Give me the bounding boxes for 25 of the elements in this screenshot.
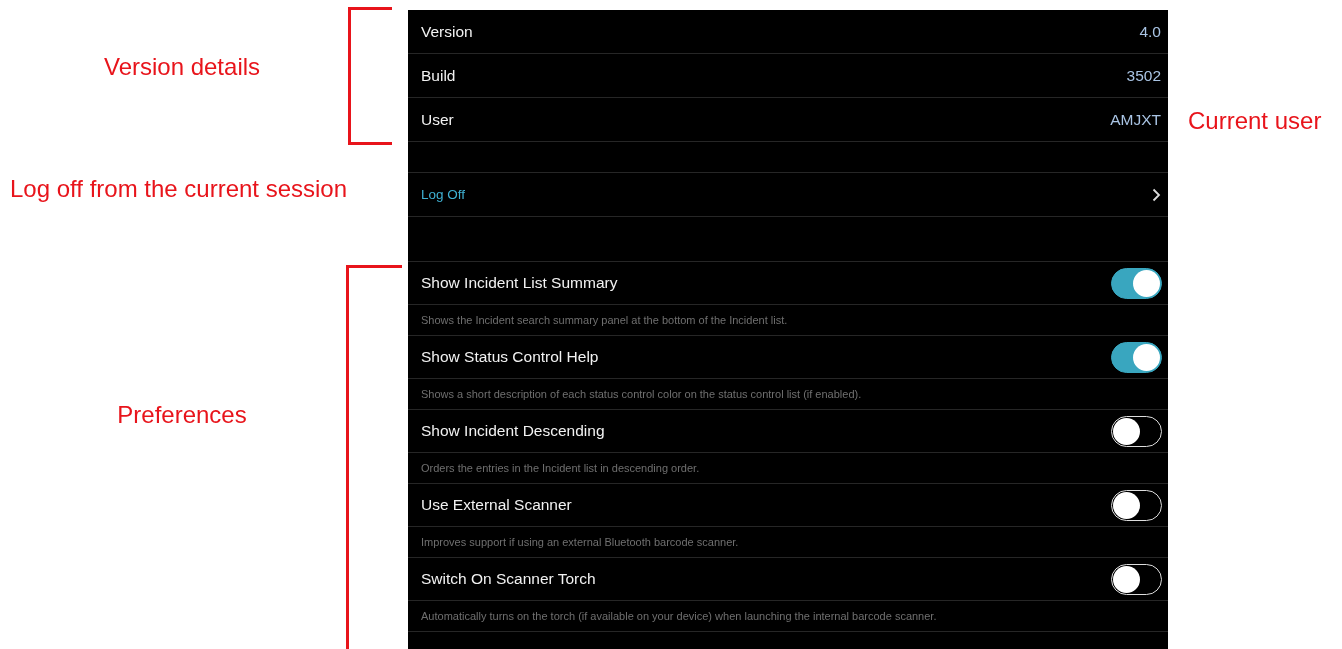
annotation-label: Log off from the current session xyxy=(10,175,348,204)
setting-label: Use External Scanner xyxy=(421,496,572,514)
setting-description: Automatically turns on the torch (if available on your device) when launching the internal barcode scanner. xyxy=(421,610,937,622)
setting-description: Shows a short description of each status control color on the status control list (if enabled). xyxy=(421,388,862,400)
setting-value: 4.0 xyxy=(1139,22,1161,41)
setting-label: Show Status Control Help xyxy=(421,348,599,366)
setting-value: 3502 xyxy=(1126,66,1161,85)
setting-label: Build xyxy=(421,66,456,85)
log-off-row[interactable]: Log Off xyxy=(408,173,1168,217)
annotation-label: Version details xyxy=(103,53,261,81)
log-off-link[interactable]: Log Off xyxy=(421,187,466,202)
setting-description: Orders the entries in the Incident list in descending order. xyxy=(421,462,700,474)
setting-label: Version xyxy=(421,22,473,41)
toggle-switch[interactable] xyxy=(1111,267,1162,299)
setting-value: AMJXT xyxy=(1110,110,1161,129)
setting-label: User xyxy=(421,110,454,129)
setting-label: Switch On Scanner Torch xyxy=(421,570,596,588)
setting-description: Improves support if using an external Bluetooth barcode scanner. xyxy=(421,536,739,548)
chevron-icon xyxy=(1152,187,1161,202)
setting-label: Show Incident Descending xyxy=(421,422,605,440)
toggle-switch[interactable] xyxy=(1111,341,1162,373)
annotation-label: Preferences xyxy=(117,401,247,429)
setting-label: Show Incident List Summary xyxy=(421,274,618,292)
annotation-label: Current user xyxy=(1188,107,1322,134)
setting-description: Shows the Incident search summary panel at the bottom of the Incident list. xyxy=(421,314,788,326)
